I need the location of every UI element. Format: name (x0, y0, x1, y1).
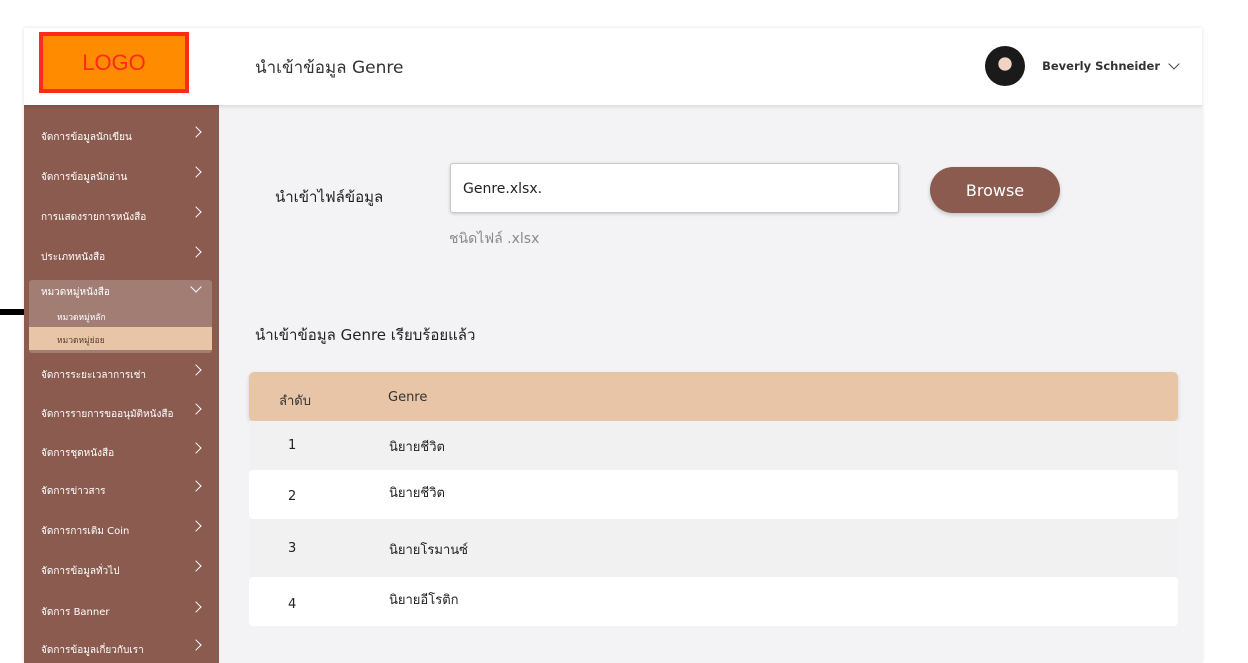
user-menu[interactable]: Beverly Schneider (985, 46, 1180, 86)
sidebar-subitem-main-categories[interactable]: หมวดหมู่หลัก (29, 304, 212, 327)
sidebar-item-label: จัดการรายการขออนุมัติหนังสือ (41, 409, 174, 420)
chevron-right-icon (190, 560, 202, 572)
sidebar-item-label: จัดการข้อมูลนักอ่าน (41, 172, 128, 183)
sidebar-group-label: หมวดหมู่หนังสือ (41, 287, 110, 298)
chevron-right-icon (190, 403, 202, 415)
import-file-label: นำเข้าไฟล์ข้อมูล (275, 188, 384, 206)
table-row: 2 นิยายชีวิต (249, 470, 1178, 519)
browse-button[interactable]: Browse (930, 167, 1060, 213)
row-number: 3 (288, 541, 297, 556)
sidebar-item-label: จัดการข่าวสาร (41, 486, 106, 497)
sidebar-item-news[interactable]: จัดการข่าวสาร (24, 476, 219, 504)
sidebar-item-writers[interactable]: จัดการข้อมูลนักเขียน (24, 122, 219, 150)
table-header: ลำดับ Genre (249, 372, 1178, 421)
column-header-no: ลำดับ (279, 394, 311, 409)
row-number: 2 (288, 489, 297, 504)
sidebar-item-book-list[interactable]: การแสดงรายการหนังสือ (24, 202, 219, 230)
sidebar-subitem-label: หมวดหมู่ย่อย (57, 336, 105, 346)
chevron-right-icon (190, 206, 202, 218)
row-genre: นิยายอีโรติก (389, 593, 459, 608)
sidebar-item-label: จัดการการเติม Coin (41, 526, 130, 537)
sidebar-item-about-us[interactable]: จัดการข้อมูลเกี่ยวกับเรา (24, 635, 219, 663)
chevron-right-icon (190, 639, 202, 651)
row-genre: นิยายชีวิต (389, 486, 445, 501)
sidebar-item-book-approval[interactable]: จัดการรายการขออนุมัติหนังสือ (24, 399, 219, 427)
chevron-right-icon (190, 166, 202, 178)
logo[interactable]: LOGO (39, 32, 189, 93)
row-genre: นิยายชีวิต (389, 440, 445, 455)
sidebar-subitem-sub-categories[interactable]: หมวดหมู่ย่อย (29, 327, 212, 350)
chevron-down-icon[interactable] (1168, 57, 1180, 70)
chevron-right-icon (190, 364, 202, 376)
chevron-right-icon (190, 520, 202, 532)
column-header-genre: Genre (388, 390, 428, 405)
sidebar-item-general-info[interactable]: จัดการข้อมูลทั่วไป (24, 556, 219, 584)
import-success-title: นำเข้าข้อมูล Genre เรียบร้อยแล้ว (255, 326, 476, 344)
sidebar-item-book-sets[interactable]: จัดการชุดหนังสือ (24, 438, 219, 466)
chevron-right-icon (190, 442, 202, 454)
edge-marker (0, 309, 24, 315)
file-path-field[interactable]: Genre.xlsx. (450, 163, 899, 213)
chevron-right-icon (190, 126, 202, 138)
top-header: LOGO นำเข้าข้อมูล Genre Beverly Schneide… (24, 28, 1202, 105)
sidebar-item-label: จัดการชุดหนังสือ (41, 448, 115, 459)
row-number: 1 (288, 438, 297, 453)
table-row: 1 นิยายชีวิต (249, 421, 1178, 470)
page-title: นำเข้าข้อมูล Genre (255, 58, 404, 78)
chevron-down-icon (190, 281, 202, 293)
file-type-hint: ชนิดไฟล์ .xlsx (449, 231, 540, 247)
user-name[interactable]: Beverly Schneider (1042, 59, 1160, 73)
row-number: 4 (288, 597, 297, 612)
table-row: 4 นิยายอีโรติก (249, 577, 1178, 626)
sidebar-item-coin-topup[interactable]: จัดการการเติม Coin (24, 516, 219, 544)
sidebar-item-label: ประเภทหนังสือ (41, 252, 106, 263)
sidebar-item-readers[interactable]: จัดการข้อมูลนักอ่าน (24, 162, 219, 190)
sidebar-subitem-label: หมวดหมู่หลัก (57, 313, 106, 323)
sidebar-item-rental-period[interactable]: จัดการระยะเวลาการเช่า (24, 360, 219, 388)
sidebar-item-label: จัดการข้อมูลทั่วไป (41, 566, 120, 577)
sidebar-group-categories[interactable]: หมวดหมู่หนังสือ หมวดหมู่หลัก หมวดหมู่ย่อ… (29, 280, 212, 353)
table-row: 3 นิยายโรมานซ์ (249, 519, 1178, 577)
chevron-right-icon (190, 480, 202, 492)
chevron-right-icon (190, 601, 202, 613)
sidebar-item-label: จัดการ Banner (41, 607, 110, 618)
sidebar-item-label: การแสดงรายการหนังสือ (41, 212, 147, 223)
sidebar: จัดการข้อมูลนักเขียน จัดการข้อมูลนักอ่าน… (24, 105, 219, 663)
sidebar-item-label: จัดการระยะเวลาการเช่า (41, 370, 147, 381)
genre-table: ลำดับ Genre 1 นิยายชีวิต 2 นิยายชีวิต 3 … (249, 372, 1178, 626)
chevron-right-icon (190, 246, 202, 258)
row-genre: นิยายโรมานซ์ (389, 543, 468, 558)
sidebar-item-label: จัดการข้อมูลนักเขียน (41, 132, 132, 143)
app-window: LOGO นำเข้าข้อมูล Genre Beverly Schneide… (24, 28, 1202, 663)
sidebar-item-label: จัดการข้อมูลเกี่ยวกับเรา (41, 645, 144, 656)
avatar[interactable] (985, 46, 1026, 86)
sidebar-item-book-types[interactable]: ประเภทหนังสือ (24, 242, 219, 270)
sidebar-item-banner[interactable]: จัดการ Banner (24, 597, 219, 625)
